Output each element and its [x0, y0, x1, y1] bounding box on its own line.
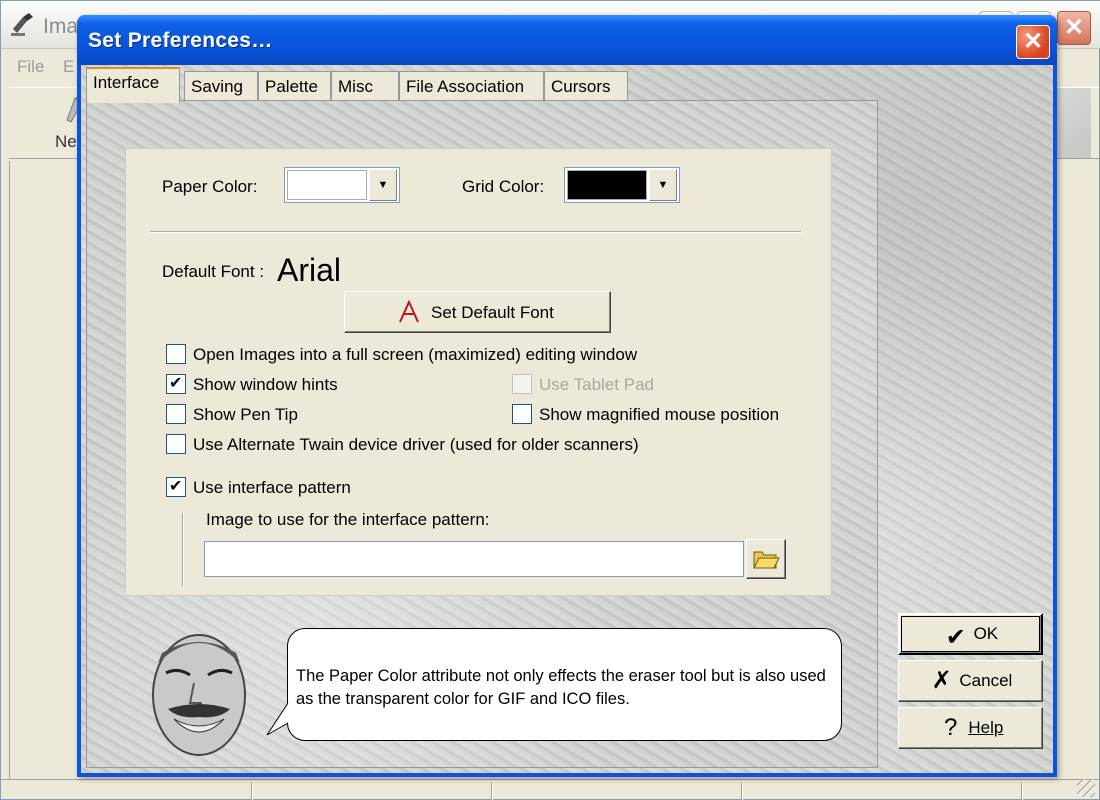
- cancel-label: Cancel: [959, 671, 1013, 690]
- help-button[interactable]: ? Help: [898, 707, 1043, 749]
- use-interface-pattern-label: Use interface pattern: [193, 478, 351, 497]
- set-preferences-dialog: Set Preferences… ✕ Interface Saving Pale…: [77, 15, 1057, 777]
- font-a-icon: [399, 300, 419, 323]
- open-full-screen-label: Open Images into a full screen (maximize…: [193, 345, 638, 364]
- dialog-close-button[interactable]: ✕: [1016, 25, 1050, 59]
- dialog-body: Interface Saving Palette Misc File Assoc…: [81, 65, 1053, 773]
- hint-text: The Paper Color attribute not only effec…: [296, 667, 826, 708]
- show-pen-tip-checkbox[interactable]: [166, 404, 186, 424]
- cancel-button[interactable]: ✗ Cancel: [898, 660, 1043, 702]
- hint-balloon: The Paper Color attribute not only effec…: [287, 628, 842, 741]
- paper-color-label: Paper Color:: [162, 177, 258, 196]
- grid-color-dropdown[interactable]: ▼: [564, 167, 680, 203]
- tab-palette[interactable]: Palette: [258, 71, 331, 101]
- app-icon: [11, 13, 33, 36]
- dialog-title: Set Preferences…: [88, 29, 273, 52]
- tab-misc[interactable]: Misc: [331, 71, 399, 101]
- checkmark-icon: ✔: [169, 375, 183, 392]
- indent-divider: [182, 513, 184, 587]
- status-bar: [1, 779, 1100, 800]
- tab-interface[interactable]: Interface: [86, 67, 180, 103]
- resize-grip[interactable]: [1077, 779, 1095, 797]
- checkmark-icon: ✔: [945, 623, 966, 651]
- show-magnified-mouse-checkbox[interactable]: [512, 404, 532, 424]
- use-interface-pattern-checkbox[interactable]: ✔: [166, 477, 186, 497]
- default-font-label: Default Font :: [162, 262, 265, 281]
- grid-color-label: Grid Color:: [462, 177, 545, 196]
- interface-settings-group: Paper Color: ▼ Grid Color: ▼ Default Fon…: [125, 148, 832, 596]
- status-separator: [741, 782, 743, 800]
- portrait-avatar: [152, 634, 246, 756]
- tab-strip: Interface Saving Palette Misc File Assoc…: [86, 67, 881, 103]
- ok-label: OK: [973, 624, 999, 643]
- question-mark-icon: ?: [943, 714, 958, 741]
- status-separator: [251, 782, 253, 800]
- help-label: Help: [968, 718, 1004, 737]
- ok-button[interactable]: ✔ OK: [898, 613, 1043, 655]
- pattern-image-label: Image to use for the interface pattern:: [206, 510, 490, 529]
- use-tablet-pad-checkbox[interactable]: [512, 374, 532, 394]
- chevron-down-icon[interactable]: ▼: [369, 169, 397, 201]
- background-close-button[interactable]: ✕: [1057, 11, 1091, 45]
- status-separator: [1021, 782, 1023, 800]
- open-full-screen-checkbox[interactable]: [166, 344, 186, 364]
- separator: [150, 231, 801, 233]
- paper-color-swatch: [287, 170, 367, 200]
- status-separator: [491, 782, 493, 800]
- alternate-twain-checkbox[interactable]: [166, 434, 186, 454]
- balloon-tail: [266, 702, 289, 736]
- open-folder-icon: [753, 551, 780, 569]
- browse-folder-button[interactable]: [746, 539, 786, 579]
- set-default-font-button[interactable]: Set Default Font: [344, 291, 611, 333]
- use-tablet-pad-label: Use Tablet Pad: [539, 375, 654, 394]
- tab-file-association[interactable]: File Association: [399, 71, 544, 101]
- chevron-down-icon[interactable]: ▼: [649, 169, 677, 201]
- show-pen-tip-label: Show Pen Tip: [193, 405, 298, 424]
- show-magnified-mouse-label: Show magnified mouse position: [539, 405, 780, 424]
- set-default-font-label: Set Default Font: [431, 303, 554, 322]
- default-font-value: Arial: [277, 252, 342, 288]
- show-window-hints-label: Show window hints: [193, 375, 338, 394]
- tab-cursors[interactable]: Cursors: [544, 71, 628, 101]
- checkmark-icon: ✔: [169, 478, 183, 495]
- tab-panel-interface: Paper Color: ▼ Grid Color: ▼ Default Fon…: [86, 100, 878, 768]
- cancel-x-icon: ✗: [931, 667, 952, 694]
- grid-color-swatch: [567, 170, 647, 200]
- background-app-title: Ima: [43, 15, 79, 38]
- dialog-titlebar[interactable]: Set Preferences… ✕: [77, 15, 1057, 65]
- show-window-hints-checkbox[interactable]: ✔: [166, 374, 186, 394]
- tab-saving[interactable]: Saving: [184, 71, 258, 101]
- menu-edit[interactable]: E: [63, 57, 74, 77]
- alternate-twain-label: Use Alternate Twain device driver (used …: [193, 435, 639, 454]
- pattern-image-input[interactable]: [204, 541, 744, 577]
- menu-file[interactable]: File: [17, 57, 44, 77]
- paper-color-dropdown[interactable]: ▼: [284, 167, 400, 203]
